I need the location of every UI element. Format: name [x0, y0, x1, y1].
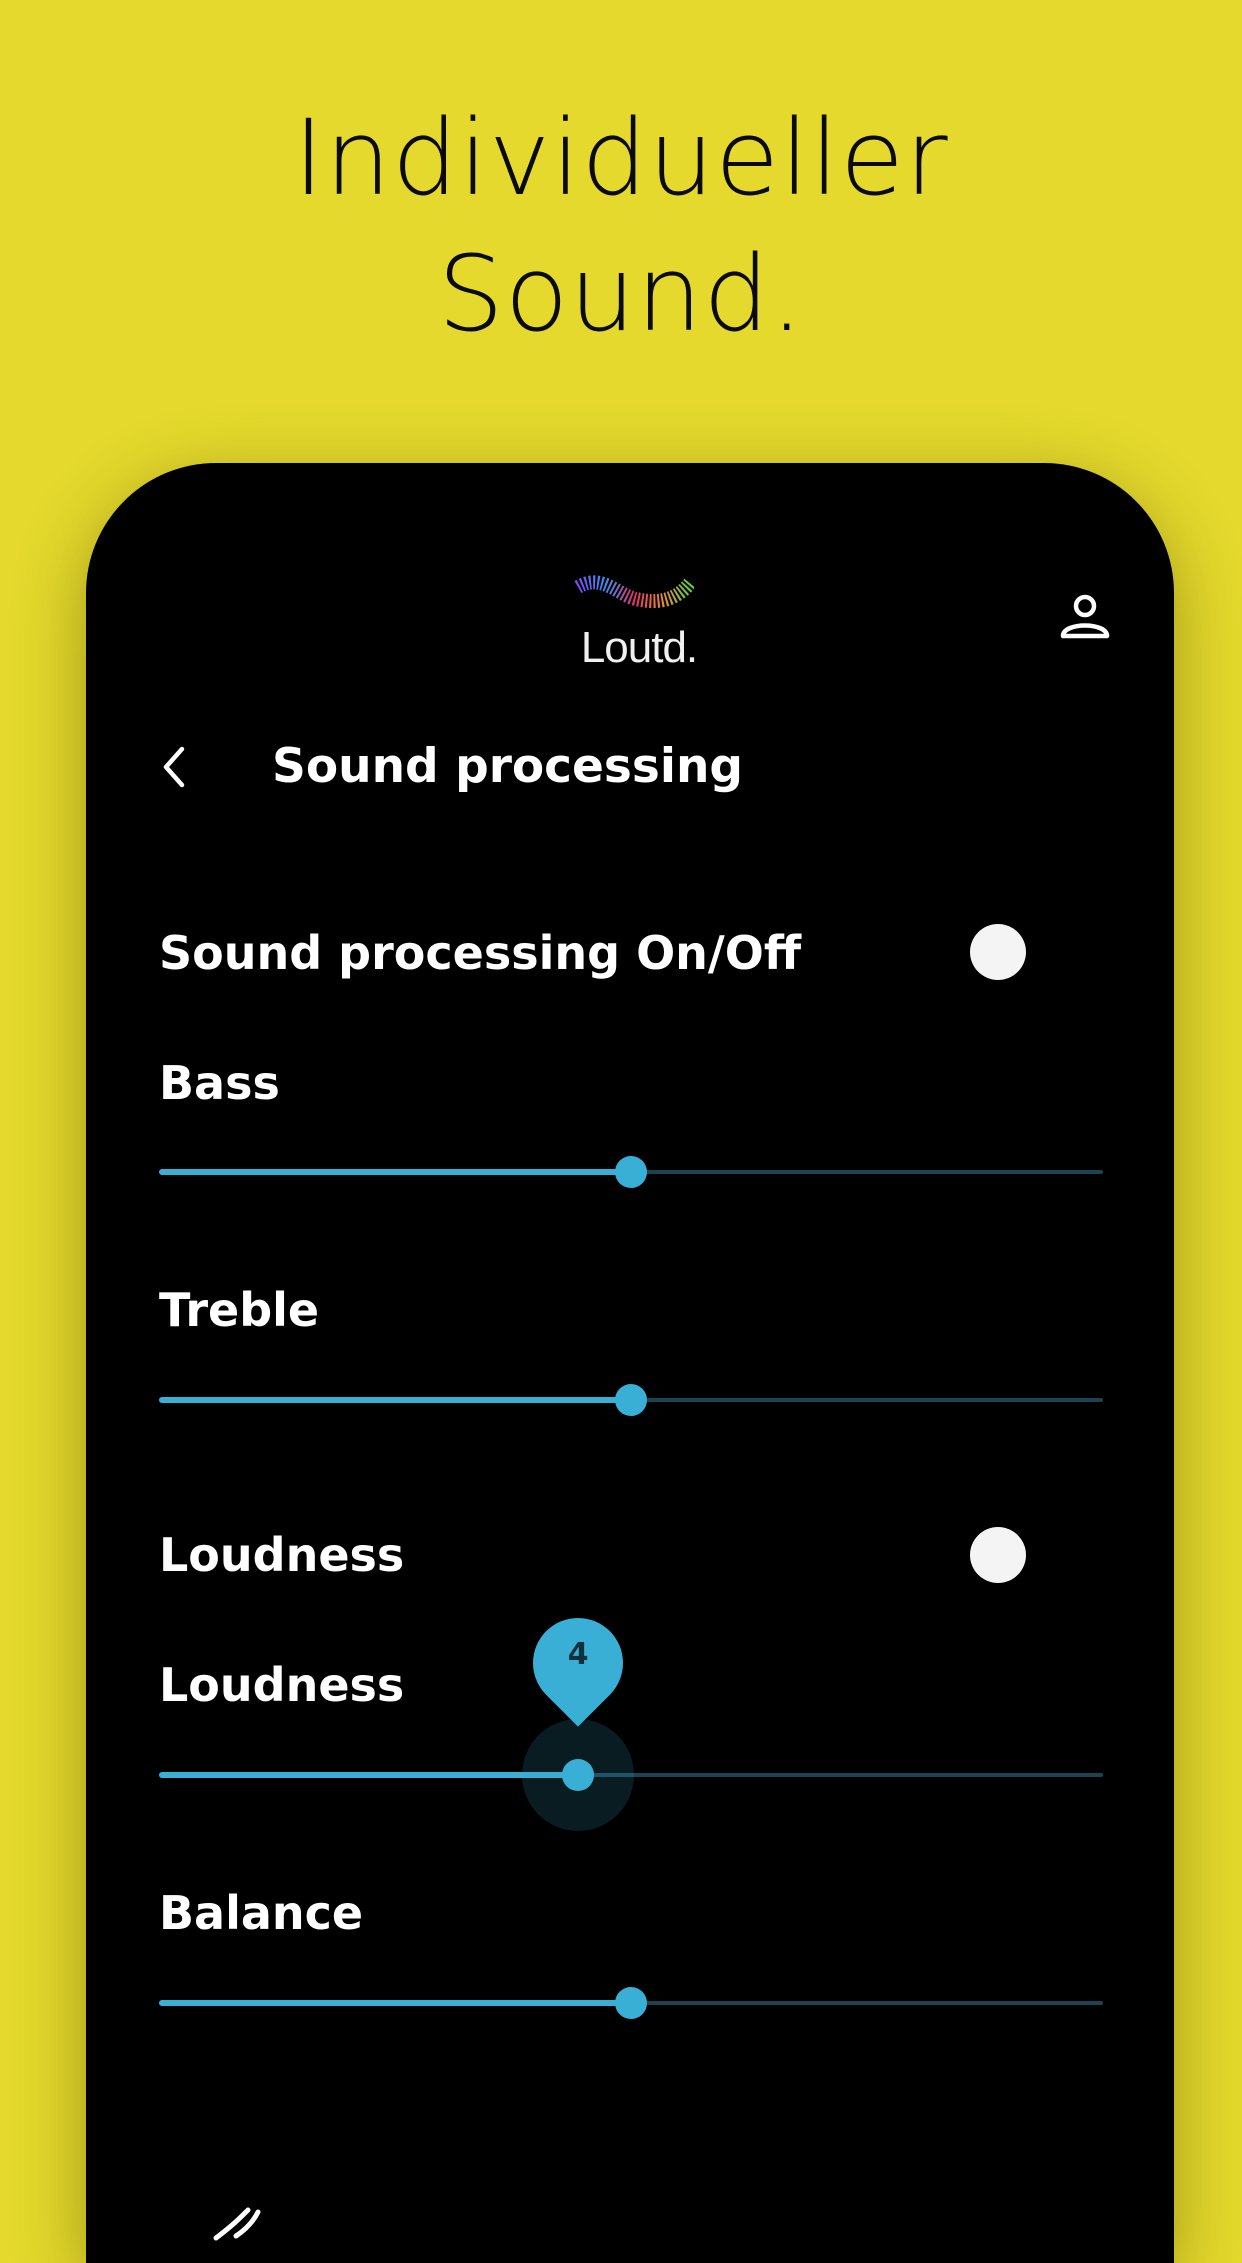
slider-thumb[interactable]	[615, 1156, 647, 1188]
slider-fill	[159, 1169, 631, 1175]
value-bubble-text: 4	[567, 1637, 589, 1672]
slider-fill	[159, 2000, 631, 2006]
back-chevron-icon[interactable]	[154, 739, 194, 795]
slider-fill	[159, 1397, 631, 1403]
sound-processing-label: Sound processing On/Off	[159, 926, 802, 980]
slider-thumb[interactable]	[615, 1384, 647, 1416]
headline-line-2: Sound.	[437, 233, 805, 355]
phone-screen: Loutd. Sound processing Sound processing…	[86, 463, 1174, 2263]
bass-slider[interactable]	[159, 1152, 1103, 1192]
logo-wave-icon	[574, 575, 694, 609]
loudness-toggle[interactable]	[965, 1522, 1031, 1588]
treble-label: Treble	[159, 1283, 320, 1337]
balance-slider[interactable]	[159, 1983, 1103, 2023]
app-logo: Loutd.	[564, 573, 714, 683]
slider-thumb[interactable]	[615, 1987, 647, 2019]
sound-processing-toggle[interactable]	[965, 919, 1031, 985]
headline: Individueller Sound.	[0, 90, 1242, 362]
profile-icon[interactable]	[1058, 590, 1112, 644]
slider-thumb[interactable]	[562, 1759, 595, 1791]
balance-label: Balance	[159, 1886, 364, 1940]
page-title: Sound processing	[272, 739, 744, 794]
loudness-label: Loudness	[159, 1658, 405, 1712]
loudness-toggle-label: Loudness	[159, 1528, 405, 1582]
toggle-knob	[970, 1527, 1026, 1583]
speaker-icon[interactable]	[196, 2188, 316, 2248]
logo-text: Loutd.	[580, 623, 698, 672]
bass-label: Bass	[159, 1056, 280, 1110]
loudness-slider[interactable]: 4	[159, 1599, 1103, 1831]
treble-slider[interactable]	[159, 1380, 1103, 1420]
slider-fill	[159, 1772, 579, 1778]
toggle-knob	[970, 924, 1026, 980]
headline-line-1: Individueller	[293, 97, 949, 219]
